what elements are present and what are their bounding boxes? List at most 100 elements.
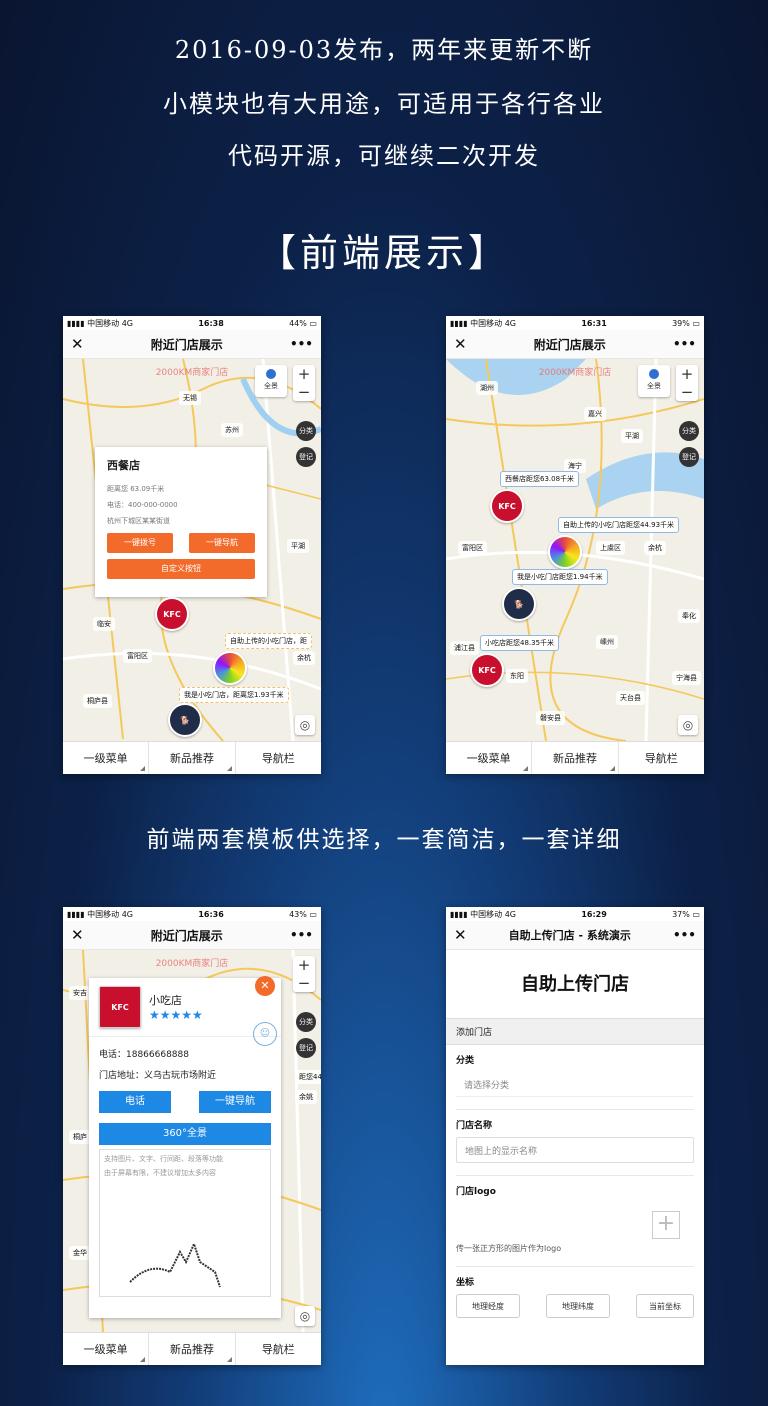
latitude-button[interactable]: 地理纬度: [546, 1294, 610, 1318]
map-view[interactable]: 2000KM商家门店 全景 + − 分类 登记 无锡 苏州 临安 富阳区 桐庐县…: [63, 359, 321, 741]
store-description: 支持图片、文字、行间距、段落等功能 由于屏幕有限，不建议增加太多内容: [99, 1149, 271, 1297]
upload-store-label[interactable]: 自助上传的小吃门店，距: [225, 633, 312, 649]
close-icon[interactable]: ✕: [71, 926, 84, 944]
caption: 前端两套模板供选择，一套简洁，一套详细: [146, 827, 622, 853]
battery-icon: ▭: [692, 318, 700, 328]
panorama-360-button[interactable]: 360°全景: [99, 1123, 271, 1145]
more-icon[interactable]: •••: [290, 928, 313, 942]
battery-level: 39%: [672, 318, 690, 328]
close-icon[interactable]: ✕: [454, 926, 467, 944]
tab-menu[interactable]: 一级菜单: [446, 742, 533, 774]
store-name-input[interactable]: 地图上的显示名称: [456, 1137, 694, 1163]
tab-menu[interactable]: 一级菜单: [63, 1333, 150, 1365]
category-button[interactable]: 分类: [679, 421, 699, 441]
register-button[interactable]: 登记: [296, 447, 316, 467]
longitude-button[interactable]: 地理经度: [456, 1294, 520, 1318]
zoom-in-button[interactable]: +: [676, 365, 698, 383]
zoom-out-button[interactable]: −: [293, 383, 315, 401]
battery-icon: ▭: [309, 318, 317, 328]
zoom-in-button[interactable]: +: [293, 956, 315, 974]
close-popup-button[interactable]: ✕: [255, 976, 275, 996]
zoom-out-button[interactable]: −: [676, 383, 698, 401]
tab-navigation[interactable]: 导航栏: [619, 742, 704, 774]
upload-store-marker[interactable]: [213, 651, 247, 685]
store-address: 门店地址：义乌古玩市场附近: [99, 1071, 217, 1081]
tab-navigation[interactable]: 导航栏: [236, 742, 321, 774]
more-icon[interactable]: •••: [673, 337, 696, 351]
phone-call-button[interactable]: 电话: [99, 1091, 171, 1113]
desc-line-2: 由于屏幕有限，不建议增加太多内容: [104, 1169, 216, 1177]
coordinate-label: 坐标: [456, 1278, 475, 1288]
navigate-button[interactable]: 一键导航: [189, 533, 255, 553]
close-icon[interactable]: ✕: [454, 335, 467, 353]
more-icon[interactable]: •••: [673, 928, 696, 942]
upload-store-marker[interactable]: [548, 535, 582, 569]
page-title: 附近门店展示: [150, 337, 223, 352]
clock: 16:36: [198, 909, 224, 919]
current-coordinate-button[interactable]: 当前坐标: [636, 1294, 694, 1318]
snack-store-label[interactable]: 我是小吃门店距您1.94千米: [512, 569, 608, 585]
locate-icon[interactable]: ◎: [678, 715, 698, 735]
zoom-control: + −: [676, 365, 698, 401]
store-name-label: 门店名称: [456, 1121, 493, 1131]
tab-menu[interactable]: 一级菜单: [63, 742, 150, 774]
panorama-button[interactable]: 全景: [255, 365, 287, 397]
store-address: 杭州下城区某某街道: [107, 517, 170, 525]
custom-button[interactable]: 自定义按钮: [107, 559, 255, 579]
logo-label: 门店logo: [456, 1187, 496, 1197]
register-button[interactable]: 登记: [296, 1038, 316, 1058]
zoom-control: + −: [293, 365, 315, 401]
call-button[interactable]: 一键拨号: [107, 533, 173, 553]
snack-shop-label[interactable]: 小吃店距您48.35千米: [480, 635, 560, 651]
logo-upload-button[interactable]: +: [652, 1211, 680, 1239]
close-icon[interactable]: ✕: [71, 335, 84, 353]
store-phone: 电话：400-000-0000: [107, 501, 178, 509]
city-label: 奉化: [678, 609, 700, 623]
snack-store-marker[interactable]: 🐕: [168, 703, 202, 737]
city-label: 富阳区: [123, 649, 152, 663]
panorama-button[interactable]: 全景: [638, 365, 670, 397]
zoom-in-button[interactable]: +: [293, 365, 315, 383]
zoom-out-button[interactable]: −: [293, 974, 315, 992]
carrier: 中国移动: [470, 318, 503, 328]
snack-store-marker[interactable]: 🐕: [502, 587, 536, 621]
western-store-label[interactable]: 西餐店距您63.08千米: [500, 471, 580, 487]
carrier: 中国移动: [470, 909, 503, 919]
tab-new-products[interactable]: 新品推荐: [149, 742, 236, 774]
store-logo: KFC: [99, 986, 141, 1028]
register-button[interactable]: 登记: [679, 447, 699, 467]
map-view[interactable]: 2000KM商家门店 全景 + − 分类 登记 湖州 嘉兴 平湖 富阳区 海宁 …: [446, 359, 704, 741]
snack-store-label[interactable]: 我是小吃门店，距离您1.93千米: [179, 687, 289, 703]
pin-icon: [266, 369, 276, 379]
nav-bar: ✕ 附近门店展示 •••: [63, 330, 321, 359]
navigate-button[interactable]: 一键导航: [199, 1091, 271, 1113]
city-label: 桐庐: [69, 1130, 91, 1144]
category-select[interactable]: 请选择分类: [456, 1072, 694, 1097]
battery-icon: ▭: [692, 909, 700, 919]
sketch-image: [129, 1241, 221, 1288]
battery-level: 37%: [672, 909, 690, 919]
category-button[interactable]: 分类: [296, 421, 316, 441]
more-icon[interactable]: •••: [290, 337, 313, 351]
kfc-marker-2[interactable]: KFC: [470, 653, 504, 687]
status-bar: ▮▮▮▮ 中国移动 4G 16:36 43% ▭: [63, 907, 321, 921]
signal-icon: ▮▮▮▮: [450, 909, 468, 919]
category-button[interactable]: 分类: [296, 1012, 316, 1032]
upload-store-label[interactable]: 自助上传的小吃门店距您44.93千米: [558, 517, 680, 533]
locate-icon[interactable]: ◎: [295, 1306, 315, 1326]
city-label: 嘉兴: [584, 407, 606, 421]
map-view[interactable]: 2000KM商家门店 + − 分类 登记 安吉 桐庐 金华 余姚 距您44 KF…: [63, 950, 321, 1332]
tab-new-products[interactable]: 新品推荐: [532, 742, 619, 774]
phone-screenshot-2: ▮▮▮▮ 中国移动 4G 16:31 39% ▭ ✕ 附近门店展示 ••• 20…: [446, 316, 704, 774]
tab-bar: 一级菜单 新品推荐 导航栏: [63, 741, 321, 774]
locate-icon[interactable]: ◎: [295, 715, 315, 735]
kfc-marker[interactable]: KFC: [155, 597, 189, 631]
tab-navigation[interactable]: 导航栏: [236, 1333, 321, 1365]
contact-icon[interactable]: ☺: [253, 1022, 277, 1046]
city-label: 湖州: [476, 381, 498, 395]
page-title: 附近门店展示: [150, 928, 223, 943]
clock: 16:31: [581, 318, 607, 328]
signal-icon: ▮▮▮▮: [67, 318, 85, 328]
kfc-marker[interactable]: KFC: [490, 489, 524, 523]
tab-new-products[interactable]: 新品推荐: [149, 1333, 236, 1365]
